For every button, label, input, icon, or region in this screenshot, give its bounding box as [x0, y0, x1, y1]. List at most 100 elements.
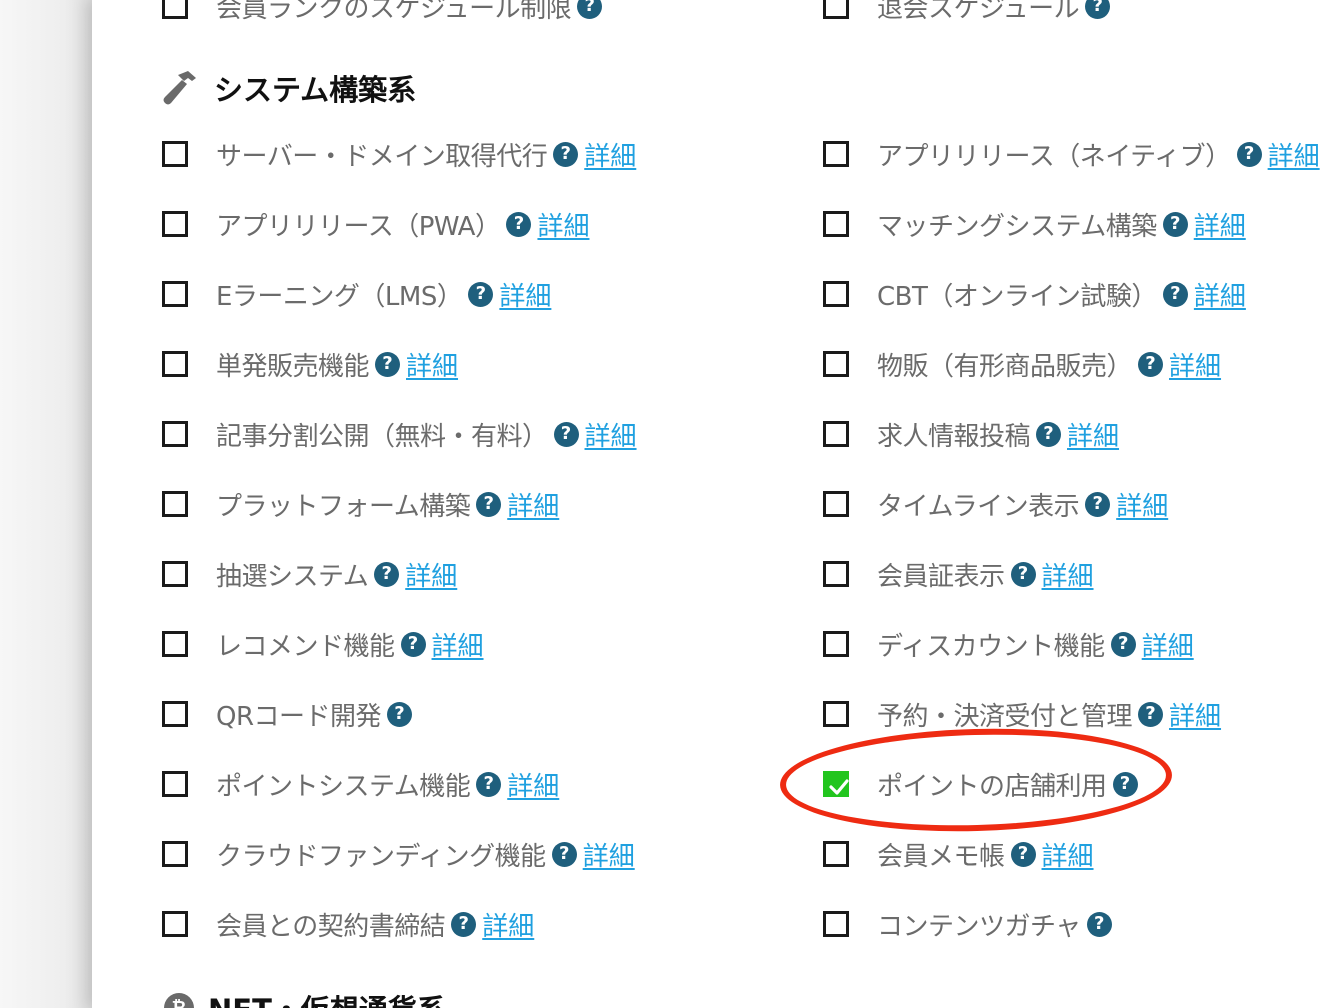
help-icon[interactable]: ? [1162, 211, 1188, 237]
option-row[interactable]: 会員メモ帳? 詳細 [823, 834, 1094, 874]
hammer-icon [162, 69, 202, 107]
checkbox[interactable] [823, 631, 849, 657]
help-icon[interactable]: ? [375, 351, 401, 377]
option-row[interactable]: QRコード開発? [162, 694, 413, 734]
detail-link[interactable]: 詳細 [507, 486, 559, 523]
option-row[interactable]: クラウドファンディング機能? 詳細 [162, 834, 635, 874]
detail-link[interactable]: 詳細 [499, 276, 551, 313]
option-row-partial-right[interactable]: 退会スケジュール ? [823, 0, 1111, 26]
checkbox[interactable] [823, 911, 849, 937]
detail-link[interactable]: 詳細 [1268, 136, 1320, 173]
option-row[interactable]: CBT（オンライン試験）? 詳細 [823, 274, 1246, 314]
option-row[interactable]: レコメンド機能? 詳細 [162, 624, 484, 664]
checkbox[interactable] [823, 561, 849, 587]
checkbox[interactable] [823, 841, 849, 867]
detail-link[interactable]: 詳細 [1042, 836, 1094, 873]
option-row[interactable]: 求人情報投稿? 詳細 [823, 414, 1119, 454]
checkbox[interactable] [823, 211, 849, 237]
checkbox[interactable] [162, 351, 188, 377]
help-icon[interactable]: ? [1138, 701, 1164, 727]
option-row[interactable]: ポイントシステム機能? 詳細 [162, 764, 559, 804]
option-row[interactable]: アプリリリース（ネイティブ）? 詳細 [823, 134, 1320, 174]
help-icon[interactable]: ? [1110, 631, 1136, 657]
help-icon[interactable]: ? [476, 771, 502, 797]
option-row[interactable]: アプリリリース（PWA）? 詳細 [162, 204, 589, 244]
section-title-nft: ₿ NFT・仮想通貨系 [162, 986, 446, 1008]
option-row[interactable]: マッチングシステム構築? 詳細 [823, 204, 1246, 244]
help-icon[interactable]: ? [577, 0, 603, 19]
help-icon[interactable]: ? [387, 701, 413, 727]
help-icon[interactable]: ? [1036, 421, 1062, 447]
checkbox[interactable] [823, 351, 849, 377]
help-icon[interactable]: ? [451, 911, 477, 937]
checkbox[interactable] [162, 281, 188, 307]
checkbox[interactable] [162, 211, 188, 237]
checkbox[interactable] [162, 421, 188, 447]
detail-link[interactable]: 詳細 [1116, 486, 1168, 523]
checkbox[interactable] [162, 0, 188, 19]
checkbox[interactable] [162, 561, 188, 587]
option-row[interactable]: コンテンツガチャ? [823, 904, 1112, 944]
option-row-partial-left[interactable]: 会員ランクのスケジュール制限 ? [162, 0, 603, 26]
detail-link[interactable]: 詳細 [537, 206, 589, 243]
detail-link[interactable]: 詳細 [585, 416, 637, 453]
detail-link[interactable]: 詳細 [432, 626, 484, 663]
option-row[interactable]: Eラーニング（LMS）? 詳細 [162, 274, 551, 314]
checkbox[interactable] [823, 421, 849, 447]
detail-link[interactable]: 詳細 [482, 906, 534, 943]
option-row[interactable]: プラットフォーム構築? 詳細 [162, 484, 559, 524]
help-icon[interactable]: ? [468, 281, 494, 307]
help-icon[interactable]: ? [1010, 561, 1036, 587]
option-row[interactable]: 単発販売機能? 詳細 [162, 344, 458, 384]
checkbox[interactable] [162, 491, 188, 517]
option-row[interactable]: ディスカウント機能? 詳細 [823, 624, 1194, 664]
help-icon[interactable]: ? [506, 211, 532, 237]
option-label: Eラーニング（LMS） [216, 281, 463, 312]
detail-link[interactable]: 詳細 [1142, 626, 1194, 663]
checkbox[interactable] [162, 141, 188, 167]
checkbox[interactable] [162, 771, 188, 797]
option-row[interactable]: 物販（有形商品販売）? 詳細 [823, 344, 1221, 384]
detail-link[interactable]: 詳細 [1042, 556, 1094, 593]
detail-link[interactable]: 詳細 [1194, 276, 1246, 313]
option-row[interactable]: 会員証表示? 詳細 [823, 554, 1094, 594]
help-icon[interactable]: ? [374, 561, 400, 587]
detail-link[interactable]: 詳細 [405, 556, 457, 593]
detail-link[interactable]: 詳細 [1169, 696, 1221, 733]
option-row[interactable]: 予約・決済受付と管理? 詳細 [823, 694, 1221, 734]
option-label: 記事分割公開（無料・有料） [216, 421, 548, 452]
checkbox[interactable] [162, 701, 188, 727]
detail-link[interactable]: 詳細 [583, 836, 635, 873]
checkbox[interactable] [823, 491, 849, 517]
option-row[interactable]: 会員との契約書締結? 詳細 [162, 904, 534, 944]
checkbox[interactable] [823, 281, 849, 307]
option-row[interactable]: タイムライン表示? 詳細 [823, 484, 1168, 524]
option-row[interactable]: サーバー・ドメイン取得代行? 詳細 [162, 134, 636, 174]
checkbox[interactable] [162, 911, 188, 937]
help-icon[interactable]: ? [551, 841, 577, 867]
help-icon[interactable]: ? [1010, 841, 1036, 867]
help-icon[interactable]: ? [400, 631, 426, 657]
option-row[interactable]: 抽選システム? 詳細 [162, 554, 457, 594]
detail-link[interactable]: 詳細 [1194, 206, 1246, 243]
help-icon[interactable]: ? [1085, 0, 1111, 19]
help-icon[interactable]: ? [553, 141, 579, 167]
help-icon[interactable]: ? [476, 491, 502, 517]
help-icon[interactable]: ? [1086, 911, 1112, 937]
detail-link[interactable]: 詳細 [1169, 346, 1221, 383]
detail-link[interactable]: 詳細 [406, 346, 458, 383]
option-row[interactable]: 記事分割公開（無料・有料）? 詳細 [162, 414, 637, 454]
help-icon[interactable]: ? [1138, 351, 1164, 377]
help-icon[interactable]: ? [1085, 491, 1111, 517]
help-icon[interactable]: ? [1162, 281, 1188, 307]
checkbox[interactable] [823, 701, 849, 727]
detail-link[interactable]: 詳細 [507, 766, 559, 803]
detail-link[interactable]: 詳細 [1067, 416, 1119, 453]
help-icon[interactable]: ? [553, 421, 579, 447]
checkbox[interactable] [162, 631, 188, 657]
help-icon[interactable]: ? [1236, 141, 1262, 167]
detail-link[interactable]: 詳細 [584, 136, 636, 173]
checkbox[interactable] [823, 0, 849, 19]
checkbox[interactable] [823, 141, 849, 167]
checkbox[interactable] [162, 841, 188, 867]
